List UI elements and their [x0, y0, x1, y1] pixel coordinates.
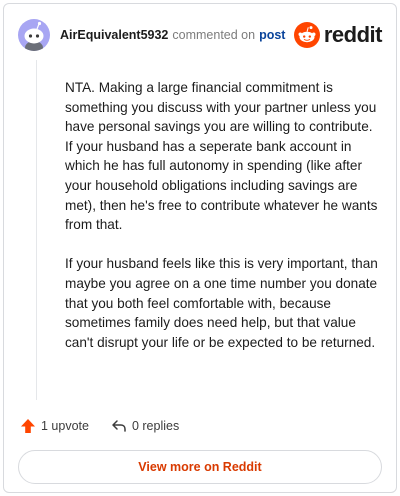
comment-body: NTA. Making a large financial commitment… [65, 78, 383, 372]
comment-byline: AirEquivalent5932 commented on post [60, 28, 285, 42]
view-more-button[interactable]: View more on Reddit [18, 450, 382, 484]
snoo-avatar-icon [24, 21, 44, 51]
reddit-logo-icon [293, 22, 320, 48]
commented-on-text: commented on [172, 28, 256, 42]
reddit-wordmark: reddit [323, 22, 383, 47]
upvote-arrow-icon [21, 419, 35, 433]
reddit-brand[interactable]: reddit [293, 22, 383, 48]
post-link[interactable]: post [259, 28, 285, 42]
replies-count: 0 replies [131, 419, 180, 433]
comment-header: AirEquivalent5932 commented on post redd… [18, 17, 383, 53]
username-link[interactable]: AirEquivalent5932 [60, 28, 168, 42]
upvote-button[interactable]: 1 upvote [20, 418, 89, 434]
replies-button[interactable]: 0 replies [111, 418, 179, 434]
comment-paragraph: If your husband feels like this is very … [65, 256, 378, 350]
upvote-count: 1 upvote [41, 419, 89, 433]
comment-card: AirEquivalent5932 commented on post redd… [3, 3, 397, 493]
comment-paragraph: NTA. Making a large financial commitment… [65, 80, 378, 233]
avatar[interactable] [18, 19, 50, 51]
thread-line [36, 60, 37, 400]
reply-arrow-icon [112, 420, 126, 432]
comment-actions: 1 upvote 0 replies [20, 418, 179, 434]
